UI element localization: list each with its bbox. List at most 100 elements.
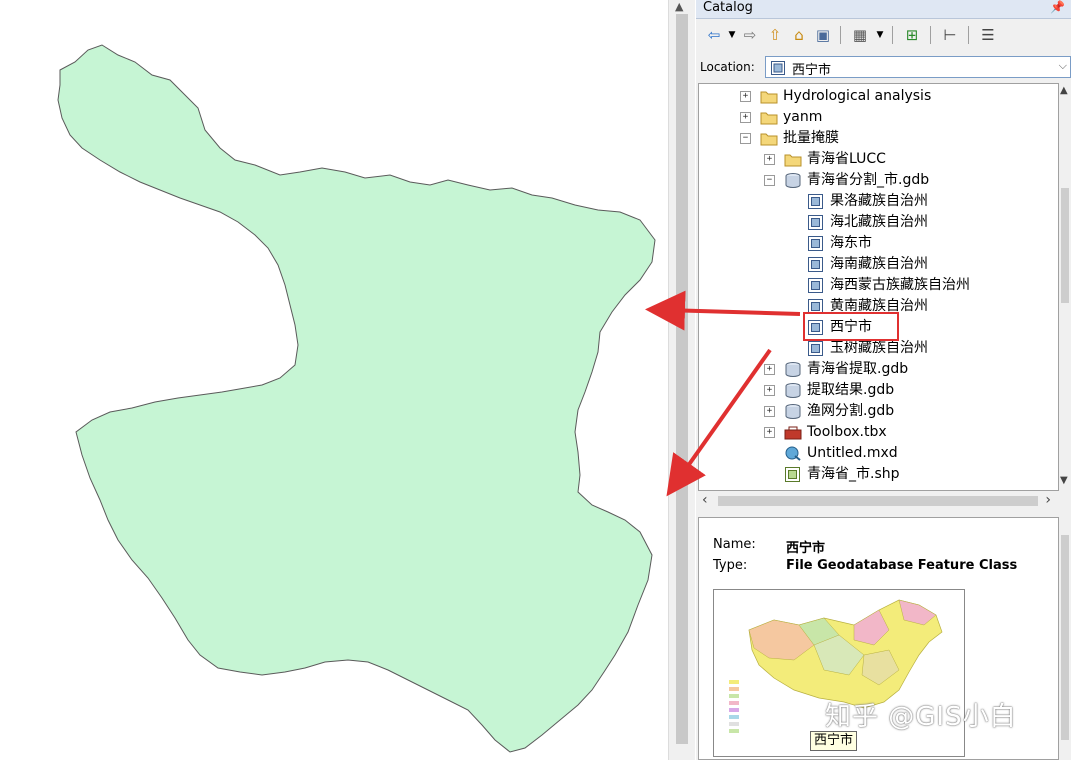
toggle-tree-icon[interactable]: ▣ (812, 25, 834, 45)
tree-item[interactable]: 海东市 (699, 233, 1058, 254)
tree-item-label: Untitled.mxd (807, 445, 898, 461)
geodatabase-icon (785, 362, 801, 377)
toolbar-separator (930, 26, 931, 44)
folder-icon (784, 154, 802, 167)
location-combobox[interactable]: 西宁市 ⌵ (765, 56, 1071, 78)
tree-item-label: yanm (783, 109, 823, 125)
tree-item-label: Toolbox.tbx (807, 424, 887, 440)
type-label: Type: (713, 558, 748, 573)
tree-item[interactable]: 海北藏族自治州 (699, 212, 1058, 233)
preview-vertical-scrollbar[interactable] (1059, 517, 1071, 760)
back-icon[interactable]: ⇦ (704, 25, 724, 45)
scroll-down-icon[interactable]: ▼ (1060, 475, 1068, 486)
tree-item[interactable]: Untitled.mxd (699, 443, 1058, 464)
scroll-thumb[interactable] (718, 496, 1038, 506)
location-value: 西宁市 (792, 63, 832, 78)
scroll-right-icon[interactable]: › (1045, 492, 1051, 508)
expand-icon[interactable]: + (764, 427, 775, 438)
tree-item-label: 海东市 (830, 235, 872, 251)
folder-icon (760, 112, 778, 125)
map-vertical-scrollbar[interactable]: ▲ (668, 0, 695, 760)
dropdown-icon[interactable]: ▼ (874, 25, 886, 45)
tree-item-label: 青海省LUCC (807, 151, 886, 167)
tree-item[interactable]: + yanm (699, 107, 1058, 128)
catalog-title-bar: Catalog 📌 (696, 0, 1071, 19)
up-folder-icon[interactable]: ⇧ (764, 25, 786, 45)
expand-icon[interactable]: + (764, 385, 775, 396)
pin-icon[interactable]: 📌 (1050, 0, 1065, 14)
tree-item-label: 青海省提取.gdb (807, 361, 909, 377)
expand-icon[interactable]: + (764, 406, 775, 417)
tree-item[interactable]: 海西蒙古族藏族自治州 (699, 275, 1058, 296)
tree-item-label: 果洛藏族自治州 (830, 193, 928, 209)
chevron-down-icon[interactable]: ⌵ (1059, 59, 1067, 73)
location-label: Location: (700, 60, 755, 74)
tree-item-label: 青海省分割_市.gdb (807, 172, 930, 188)
tree-item-label: 青海省_市.shp (807, 466, 900, 482)
tree-item-label: Hydrological analysis (783, 88, 932, 104)
tree-item[interactable]: 海南藏族自治州 (699, 254, 1058, 275)
map-document-icon (785, 446, 801, 461)
feature-class-icon (808, 341, 823, 356)
name-value: 西宁市 (786, 541, 826, 556)
hierarchy-icon[interactable]: ⊢ (938, 25, 962, 45)
type-value: File Geodatabase Feature Class (786, 558, 1018, 573)
tree-vertical-scrollbar[interactable]: ▲ ▼ (1059, 83, 1071, 491)
tree-item-label: 渔网分割.gdb (807, 403, 895, 419)
shapefile-icon (785, 467, 800, 482)
tooltip: 西宁市 (810, 731, 858, 751)
map-view[interactable] (0, 0, 668, 760)
tree-item[interactable]: + Toolbox.tbx (699, 422, 1058, 443)
details-icon[interactable]: ☰ (976, 25, 1000, 45)
item-preview-panel: Name: 西宁市 Type: File Geodatabase Feature… (698, 517, 1059, 760)
folder-icon (760, 133, 778, 146)
forward-icon[interactable]: ⇨ (740, 25, 760, 45)
catalog-pane: Catalog 📌 ⇦ ▼ ⇨ ⇧ ⌂ ▣ ▦ ▼ ⊞ ⊢ ☰ Location… (696, 0, 1071, 760)
tree-item[interactable]: 玉树藏族自治州 (699, 338, 1058, 359)
feature-class-icon (808, 236, 823, 251)
scroll-left-icon[interactable]: ‹ (702, 492, 708, 508)
feature-class-icon (808, 194, 823, 209)
scroll-up-icon[interactable]: ▲ (1060, 85, 1068, 96)
scroll-thumb[interactable] (1061, 188, 1069, 303)
tree-item[interactable]: + 渔网分割.gdb (699, 401, 1058, 422)
tree-item[interactable]: + 提取结果.gdb (699, 380, 1058, 401)
geodatabase-icon (785, 404, 801, 419)
tree-item[interactable]: + Hydrological analysis (699, 86, 1058, 107)
expand-icon[interactable]: + (764, 364, 775, 375)
tree-item[interactable]: + 青海省提取.gdb (699, 359, 1058, 380)
xining-polygon (57, 44, 656, 753)
home-icon[interactable]: ⌂ (788, 25, 810, 45)
catalog-toolbar: ⇦ ▼ ⇨ ⇧ ⌂ ▣ ▦ ▼ ⊞ ⊢ ☰ (696, 22, 1071, 50)
feature-class-icon (808, 215, 823, 230)
expand-icon[interactable]: + (740, 91, 751, 102)
tree-item[interactable]: + 青海省LUCC (699, 149, 1058, 170)
collapse-icon[interactable]: − (764, 175, 775, 186)
toolbar-separator (840, 26, 841, 44)
tree-item[interactable]: 果洛藏族自治州 (699, 191, 1058, 212)
tree-item-label: 海西蒙古族藏族自治州 (830, 277, 970, 293)
scroll-thumb[interactable] (1061, 535, 1069, 740)
scroll-up-icon[interactable]: ▲ (675, 0, 683, 13)
expand-icon[interactable]: + (764, 154, 775, 165)
folder-icon (760, 91, 778, 104)
tree-item[interactable]: − 批量掩膜 (699, 128, 1058, 149)
tree-item[interactable]: − 青海省分割_市.gdb (699, 170, 1058, 191)
watermark-text: 知乎 @GIS小白 (825, 702, 1017, 732)
toolbar-separator (892, 26, 893, 44)
expand-icon[interactable]: + (740, 112, 751, 123)
connect-folder-icon[interactable]: ⊞ (900, 25, 924, 45)
tree-item-label: 玉树藏族自治州 (830, 340, 928, 356)
selection-highlight-box (803, 312, 899, 341)
toolbox-icon (784, 426, 802, 440)
feature-class-icon (808, 278, 823, 293)
tree-horizontal-scrollbar[interactable]: ‹ › (698, 491, 1071, 511)
catalog-tree[interactable]: + Hydrological analysis + yanm − 批量掩膜 + … (698, 83, 1059, 491)
collapse-icon[interactable]: − (740, 133, 751, 144)
tree-item[interactable]: 青海省_市.shp (699, 464, 1058, 485)
view-options-icon[interactable]: ▦ (848, 25, 872, 45)
catalog-title: Catalog (703, 0, 753, 15)
dropdown-icon[interactable]: ▼ (726, 25, 738, 45)
location-row: Location: 西宁市 ⌵ (696, 54, 1071, 80)
scroll-thumb[interactable] (676, 14, 688, 744)
